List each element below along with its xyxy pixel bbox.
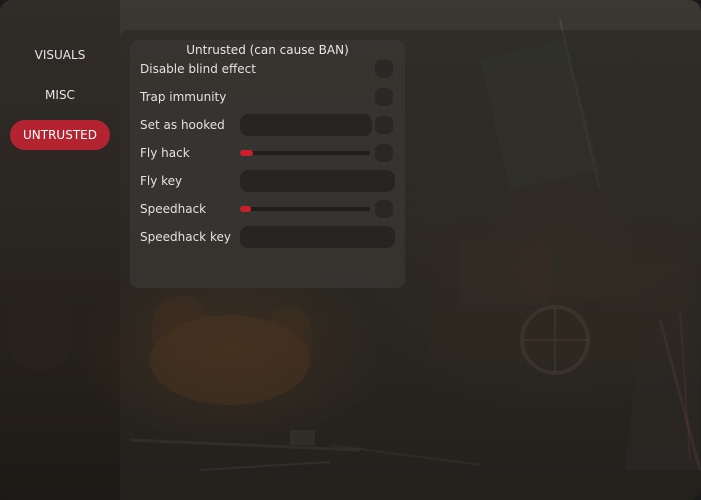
fly-hack-slider[interactable] (240, 150, 370, 156)
disable-blind-checkbox[interactable] (375, 60, 393, 78)
speedhack-slider-fill (240, 206, 252, 212)
speedhack-key-field[interactable] (240, 226, 395, 248)
sidebar-item-untrusted[interactable]: UNTRUSTED (10, 120, 110, 150)
set-hooked-label: Set as hooked (140, 118, 225, 132)
fly-hack-label: Fly hack (140, 146, 190, 160)
sidebar-item-visuals[interactable]: VISUALS (10, 40, 110, 70)
set-hooked-checkbox[interactable] (375, 116, 393, 134)
trap-immunity-label: Trap immunity (140, 90, 227, 104)
panel-title: Untrusted (can cause BAN) (186, 43, 349, 57)
fly-key-label: Fly key (140, 174, 183, 188)
speedhack-key-label: Speedhack key (140, 230, 231, 244)
sidebar-item-label: VISUALS (34, 48, 86, 62)
fly-hack-checkbox[interactable] (375, 144, 393, 162)
sidebar-item-label: MISC (45, 88, 75, 102)
speedhack-slider[interactable] (240, 206, 370, 212)
disable-blind-label: Disable blind effect (140, 62, 256, 76)
speedhack-label: Speedhack (140, 202, 207, 216)
sidebar-item-label: UNTRUSTED (23, 128, 97, 142)
set-hooked-field[interactable] (240, 114, 372, 136)
speedhack-checkbox[interactable] (375, 200, 393, 218)
trap-immunity-checkbox[interactable] (375, 88, 393, 106)
sidebar-item-misc[interactable]: MISC (10, 80, 110, 110)
sidebar: VISUALS MISC UNTRUSTED (0, 0, 120, 500)
app-window: VISUALS MISC UNTRUSTED Untrusted (can ca… (0, 0, 701, 500)
untrusted-panel (130, 40, 405, 288)
fly-hack-slider-fill (240, 150, 253, 156)
fly-key-field[interactable] (240, 170, 395, 192)
